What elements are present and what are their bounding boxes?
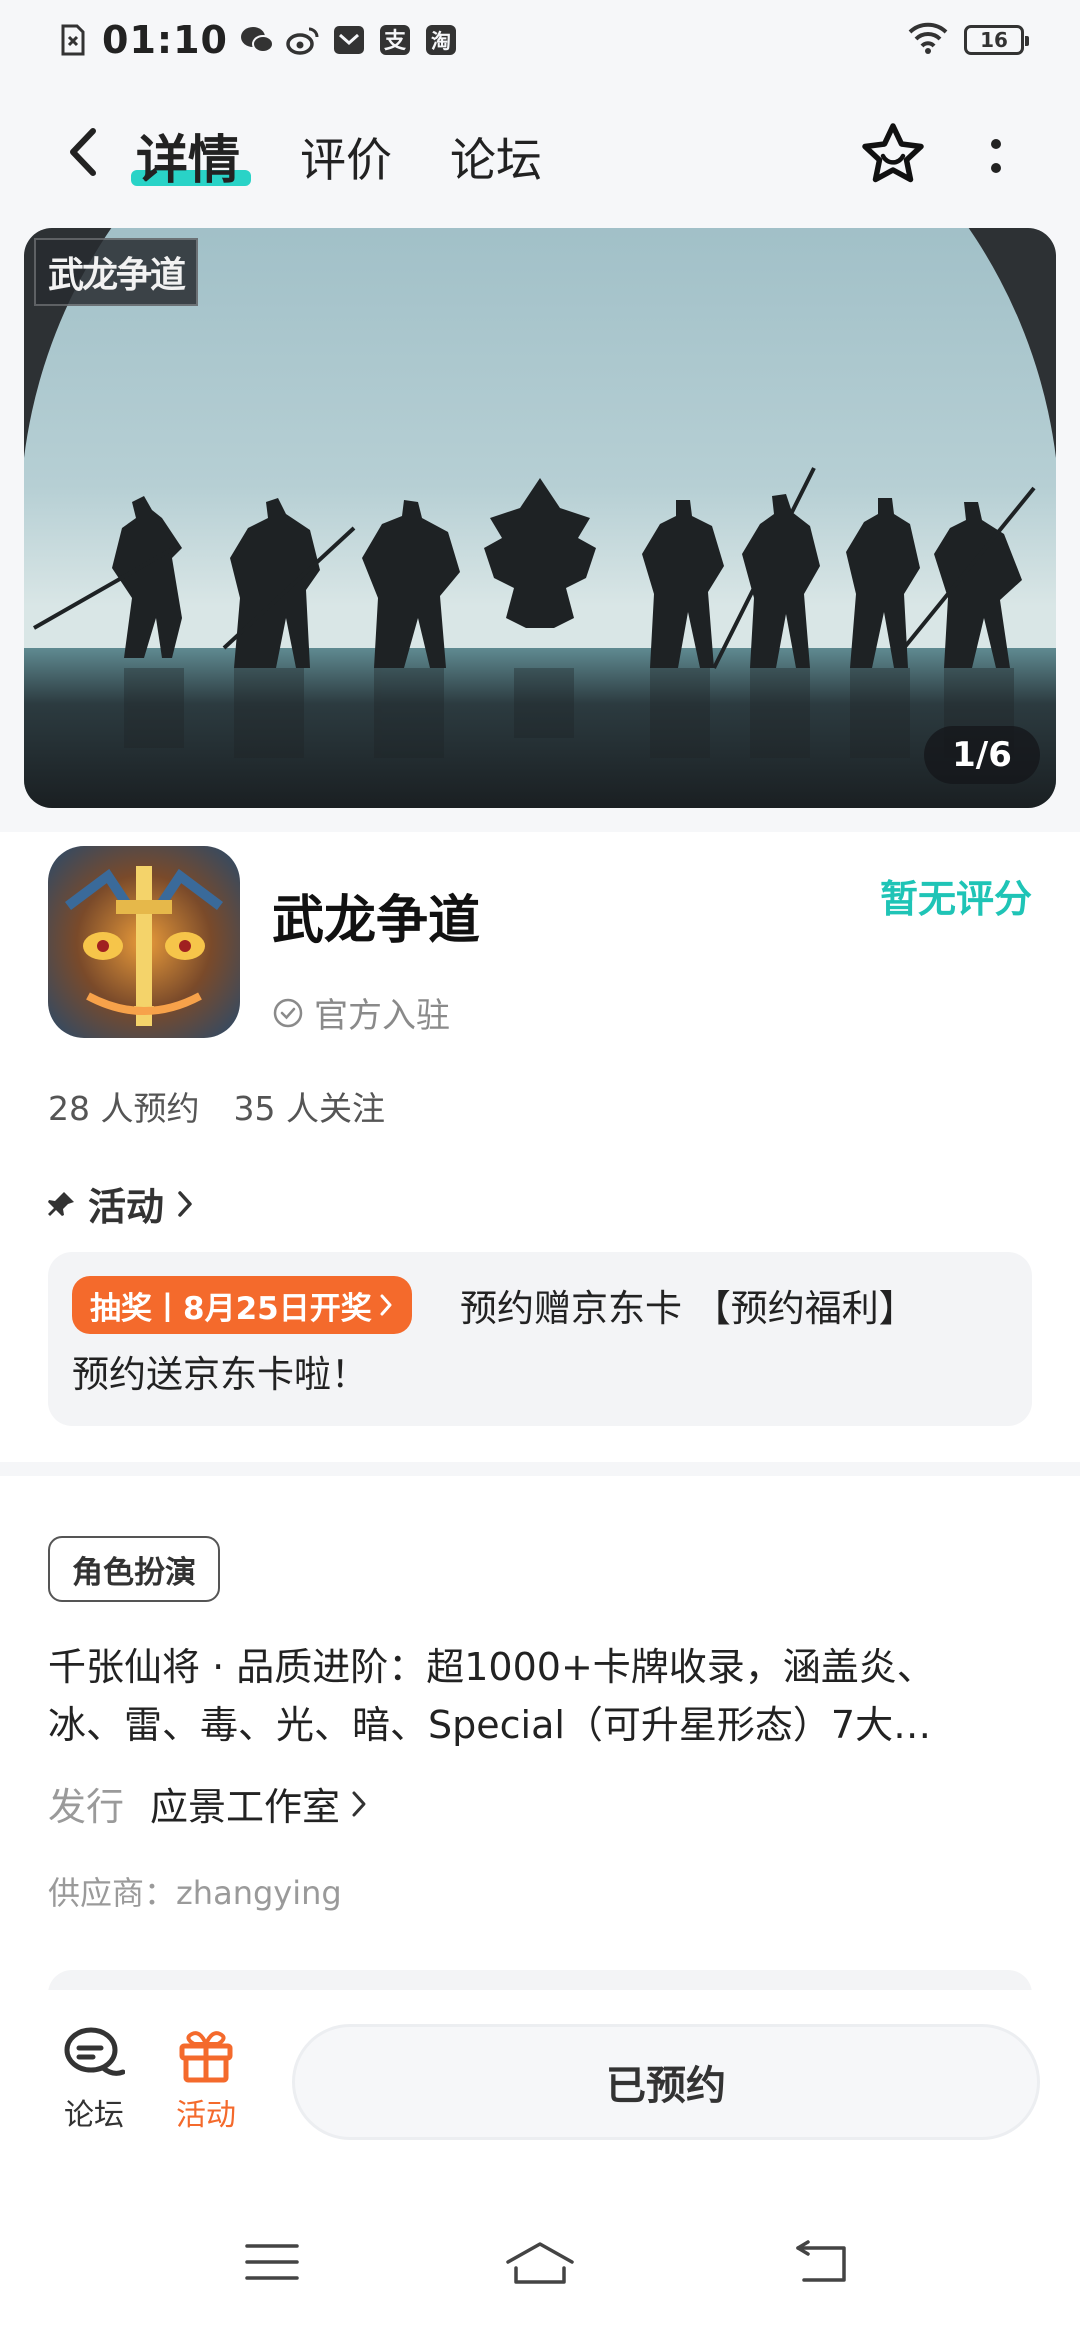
alipay-icon: 支 — [378, 23, 412, 57]
activity-shortcut[interactable]: 活动 — [156, 2026, 256, 2134]
tab-forum[interactable]: 论坛 — [450, 124, 542, 190]
wifi-icon — [908, 22, 948, 58]
wechat-icon — [240, 23, 274, 57]
top-nav: 详情 评价 论坛 — [0, 84, 1080, 224]
verified-check-icon — [273, 998, 303, 1027]
back-button[interactable] — [52, 122, 112, 182]
sim-off-icon — [56, 23, 90, 57]
more-menu-button[interactable] — [976, 124, 1016, 188]
carousel-counter: 1/6 — [924, 726, 1040, 784]
chevron-left-icon — [70, 128, 96, 176]
status-bar: 01:10 支 淘 16 — [0, 0, 1080, 84]
game-icon-art — [48, 846, 240, 1038]
mail-icon — [332, 23, 366, 57]
chevron-right-icon — [352, 1791, 366, 1816]
menu-lines-icon — [245, 2244, 299, 2280]
banner-artwork — [24, 228, 1056, 808]
system-navigation-bar — [0, 2180, 1080, 2340]
weibo-icon — [286, 23, 320, 57]
game-icon — [48, 846, 240, 1038]
taobao-glyph: 淘 — [431, 29, 451, 53]
chevron-right-icon — [380, 1294, 392, 1316]
activity-shortcut-label: 活动 — [176, 2098, 236, 2133]
gift-icon — [179, 2031, 233, 2083]
publisher-row[interactable]: 发行 应景工作室 — [48, 1776, 368, 1831]
taobao-icon: 淘 — [424, 23, 458, 57]
more-dot-icon — [991, 139, 1001, 149]
forum-shortcut[interactable]: 论坛 — [44, 2026, 144, 2134]
recent-apps-button[interactable] — [232, 2222, 312, 2302]
activity-heading-label: 活动 — [88, 1185, 165, 1229]
section-divider — [0, 1462, 1080, 1476]
lottery-tag-label: 抽奖丨8月25日开奖 — [90, 1290, 372, 1327]
status-left: 01:10 支 淘 — [56, 18, 458, 62]
more-dot-icon — [991, 163, 1001, 173]
screenshot-carousel[interactable]: 武龙争道 1/6 — [24, 228, 1056, 808]
game-description[interactable]: 千张仙将 · 品质进阶：超1000+卡牌收录，涵盖炎、冰、雷、毒、光、暗、Spe… — [48, 1638, 1008, 1754]
stats-row: 28 人预约 35 人关注 — [48, 1082, 385, 1130]
home-icon — [506, 2242, 574, 2284]
pin-icon — [48, 1191, 74, 1216]
rating-status: 暂无评分 — [879, 877, 1032, 921]
tab-details-label: 详情 — [136, 131, 241, 191]
supplier-info: 供应商：zhangying — [48, 1874, 342, 1912]
banner-game-logo: 武龙争道 — [34, 238, 199, 306]
tab-reviews[interactable]: 评价 — [300, 124, 392, 190]
home-button[interactable] — [500, 2222, 580, 2302]
star-icon — [862, 123, 924, 183]
activity-subtitle: 预约送京东卡啦！ — [72, 1353, 368, 1396]
status-time: 01:10 — [102, 18, 228, 62]
game-details-section: 角色扮演 千张仙将 · 品质进阶：超1000+卡牌收录，涵盖炎、冰、雷、毒、光、… — [0, 1476, 1080, 2010]
chevron-right-icon — [178, 1190, 192, 1217]
alipay-glyph: 支 — [384, 29, 407, 54]
game-info-section: 武龙争道 官方入驻 暂无评分 28 人预约 35 人关注 活动 抽奖丨8月25日… — [0, 832, 1080, 1472]
publisher-name: 应景工作室 — [150, 1785, 341, 1829]
favorite-button[interactable] — [858, 120, 928, 190]
app-screen: 01:10 支 淘 16 详情 评价 论坛 武龙争道 1/6 武龙争道 官方入驻… — [0, 0, 1080, 2340]
banner-section: 武龙争道 1/6 — [0, 224, 1080, 832]
back-system-button[interactable] — [782, 2222, 862, 2302]
activity-title: 预约赠京东卡 【预约福利】 — [460, 1287, 916, 1330]
battery-level: 16 — [980, 28, 1008, 52]
reserved-button[interactable]: 已预约 — [292, 2024, 1040, 2140]
publisher-label: 发行 — [48, 1785, 125, 1829]
activity-header[interactable]: 活动 — [48, 1176, 194, 1231]
back-arrow-icon — [796, 2240, 846, 2282]
lottery-tag[interactable]: 抽奖丨8月25日开奖 — [72, 1276, 412, 1334]
activity-card[interactable]: 抽奖丨8月25日开奖 预约赠京东卡 【预约福利】 预约送京东卡啦！ — [48, 1252, 1032, 1426]
genre-tag[interactable]: 角色扮演 — [48, 1536, 220, 1602]
reservation-count: 28 人预约 — [48, 1089, 200, 1128]
official-label: 官方入驻 — [314, 996, 450, 1036]
publisher-link[interactable]: 应景工作室 — [150, 1776, 368, 1831]
tab-forum-label: 论坛 — [450, 133, 542, 187]
forum-shortcut-label: 论坛 — [64, 2098, 124, 2133]
battery-icon: 16 — [964, 25, 1029, 55]
tab-details[interactable]: 详情 — [136, 118, 240, 193]
follower-count: 35 人关注 — [233, 1089, 385, 1128]
status-right: 16 — [908, 22, 1029, 58]
bottom-action-bar: 论坛 活动 已预约 — [0, 1990, 1080, 2180]
game-title: 武龙争道 — [272, 891, 481, 951]
forum-chat-icon — [64, 2027, 125, 2076]
official-badge: 官方入驻 — [272, 988, 450, 1037]
tab-reviews-label: 评价 — [300, 133, 392, 187]
